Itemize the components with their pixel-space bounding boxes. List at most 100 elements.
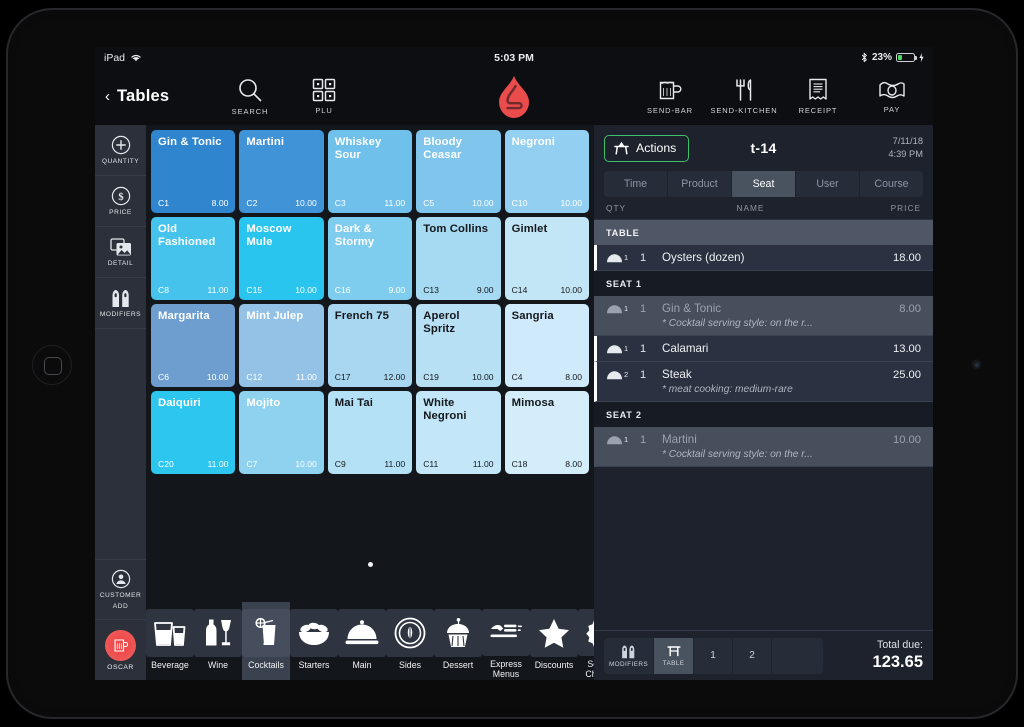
seat-button-1[interactable]: 1 xyxy=(694,637,733,674)
rail-item-price[interactable]: $ PRICE xyxy=(95,176,146,227)
rail-item-customer-add[interactable]: CUSTOMER ADD xyxy=(95,560,146,620)
product-tile[interactable]: Margarita C6 10.00 xyxy=(151,304,236,387)
product-tile-name: Martini xyxy=(246,136,285,148)
product-tile[interactable]: Dark & Stormy C16 9.00 xyxy=(327,217,413,300)
product-tile-name: Mai Tai xyxy=(334,397,373,409)
product-tile[interactable]: Daiquiri C20 11.00 xyxy=(151,391,236,474)
category-cocktails[interactable]: Cocktails xyxy=(242,602,290,680)
order-tab-time[interactable]: Time xyxy=(604,171,668,197)
course-bell-icon: 2 xyxy=(606,370,640,380)
product-tile-code: C4 xyxy=(511,372,523,382)
item-price: 18.00 xyxy=(893,251,921,264)
receipt-button[interactable]: RECEIPT xyxy=(781,68,855,125)
order-line-item[interactable]: 1 1 Martini 10.00 * Cocktail serving style: … xyxy=(594,427,933,467)
order-grouping-tabs: Time Product Seat User Course xyxy=(604,171,923,197)
product-tile-name: White Negroni xyxy=(423,397,467,423)
order-tab-product[interactable]: Product xyxy=(668,171,732,197)
product-tile-price: 8.00 xyxy=(565,372,582,382)
left-action-rail: QUANTITY $ PRICE DETAIL MODIFIERS CUSTOM… xyxy=(95,125,146,680)
order-section-header: SEAT 1 xyxy=(594,271,933,296)
order-tab-user[interactable]: User xyxy=(796,171,860,197)
product-tile-code: C6 xyxy=(158,372,169,382)
product-tile[interactable]: White Negroni C11 11.00 xyxy=(416,391,501,474)
order-section-header: TABLE xyxy=(594,220,933,245)
product-tile[interactable]: Whiskey Sour C3 11.00 xyxy=(327,130,413,213)
order-tab-course[interactable]: Course xyxy=(860,171,923,197)
category-wine[interactable]: Wine xyxy=(194,602,242,680)
order-tab-seat[interactable]: Seat xyxy=(732,171,796,197)
category-beverage[interactable]: Beverage xyxy=(146,602,194,680)
product-tile[interactable]: Aperol Spritz C19 10.00 xyxy=(416,304,501,387)
category-express-menus[interactable]: Express Menus xyxy=(482,602,530,680)
plu-button[interactable]: PLU xyxy=(287,68,361,125)
product-tile[interactable]: Gin & Tonic C1 8.00 xyxy=(151,130,236,213)
product-tile[interactable]: Negroni C10 10.00 xyxy=(504,130,589,213)
rail-item-user[interactable]: OSCAR xyxy=(95,620,146,680)
product-tile[interactable]: Bloody Ceasar C5 10.00 xyxy=(416,130,501,213)
order-line-item[interactable]: 1 1 Calamari 13.00 xyxy=(594,336,933,362)
product-tile[interactable]: Sangria C4 8.00 xyxy=(504,304,589,387)
category-label: Main xyxy=(352,660,372,670)
category-starters[interactable]: Starters xyxy=(290,602,338,680)
order-section-header: SEAT 2 xyxy=(594,402,933,427)
rail-item-quantity[interactable]: QUANTITY xyxy=(95,125,146,176)
seat-selector: MODIFIERS TABLE 1 2 xyxy=(604,637,823,674)
category-sides[interactable]: Sides xyxy=(386,602,434,680)
send-kitchen-button[interactable]: SEND-KITCHEN xyxy=(707,68,781,125)
express-menu-icon xyxy=(482,609,530,657)
actions-table-icon xyxy=(614,141,629,155)
product-tile[interactable]: Tom Collins C13 9.00 xyxy=(416,217,501,300)
product-tile[interactable]: French 75 C17 12.00 xyxy=(327,304,413,387)
cloche-icon xyxy=(338,609,386,657)
order-items-list[interactable]: TABLE 1 1 Oysters (dozen) 18.00 SEAT 1 1 1 Gin &… xyxy=(594,220,933,630)
product-tile[interactable]: Gimlet C14 10.00 xyxy=(504,217,589,300)
product-tile-name: Negroni xyxy=(511,136,555,148)
search-button[interactable]: SEARCH xyxy=(213,68,287,125)
home-button[interactable] xyxy=(32,345,72,385)
product-tile[interactable]: Martini C2 10.00 xyxy=(239,130,324,213)
rail-label-modifiers: MODIFIERS xyxy=(99,310,142,318)
footer-modifiers-label: MODIFIERS xyxy=(608,660,649,668)
item-quantity: 1 xyxy=(640,342,647,355)
footer-table-label: TABLE xyxy=(662,660,685,667)
item-quantity: 1 xyxy=(640,433,647,446)
seat-button-2[interactable]: 2 xyxy=(733,637,772,674)
seat-button-empty[interactable] xyxy=(772,638,823,674)
product-tile-price: 10.00 xyxy=(560,285,582,295)
product-tile[interactable]: Mimosa C18 8.00 xyxy=(504,391,589,474)
product-tile-price: 10.00 xyxy=(295,198,317,208)
product-tile[interactable]: Mint Julep C12 11.00 xyxy=(239,304,324,387)
cupcake-icon xyxy=(434,609,482,657)
back-to-tables-button[interactable]: ‹ Tables xyxy=(95,87,213,106)
rail-item-modifiers[interactable]: MODIFIERS xyxy=(95,278,146,329)
product-tile[interactable]: Mai Tai C9 11.00 xyxy=(327,391,413,474)
order-line-item[interactable]: 1 1 Oysters (dozen) 18.00 xyxy=(594,245,933,271)
order-date: 7/11/18 xyxy=(892,136,923,147)
product-tile-code: C13 xyxy=(423,285,439,295)
pay-button[interactable]: PAY xyxy=(855,68,929,125)
column-header-price: PRICE xyxy=(890,203,921,213)
order-line-item[interactable]: 1 1 Gin & Tonic 8.00 * Cocktail serving styl… xyxy=(594,296,933,336)
product-tile[interactable]: Moscow Mule C15 10.00 xyxy=(239,217,324,300)
product-tile-code: C12 xyxy=(246,372,263,382)
course-number: 1 xyxy=(624,252,629,262)
send-bar-button[interactable]: SEND-BAR xyxy=(633,68,707,125)
product-tile-code: C3 xyxy=(334,198,346,208)
category-dessert[interactable]: Dessert xyxy=(434,602,482,680)
page-indicator[interactable] xyxy=(146,562,594,567)
product-tile-name: Mojito xyxy=(246,397,281,409)
course-bell-icon: 1 xyxy=(606,253,640,263)
product-tile[interactable]: Mojito C7 10.00 xyxy=(239,391,324,474)
category-discounts[interactable]: Discounts xyxy=(530,602,578,680)
rail-label-detail: DETAIL xyxy=(107,259,134,267)
footer-table-button[interactable]: TABLE xyxy=(654,637,694,674)
product-tile[interactable]: Old Fashioned C8 11.00 xyxy=(151,217,236,300)
footer-modifiers-button[interactable]: MODIFIERS xyxy=(604,637,654,674)
actions-button[interactable]: Actions xyxy=(604,134,690,162)
product-tile-price: 11.00 xyxy=(207,459,229,469)
product-tile-name: Bloody Ceasar xyxy=(423,136,463,162)
order-line-item[interactable]: 2 1 Steak 25.00 * meat cooking: medium-rare xyxy=(594,362,933,402)
rail-item-detail[interactable]: DETAIL xyxy=(95,227,146,278)
category-main[interactable]: Main xyxy=(338,602,386,680)
plu-label: PLU xyxy=(315,106,333,115)
